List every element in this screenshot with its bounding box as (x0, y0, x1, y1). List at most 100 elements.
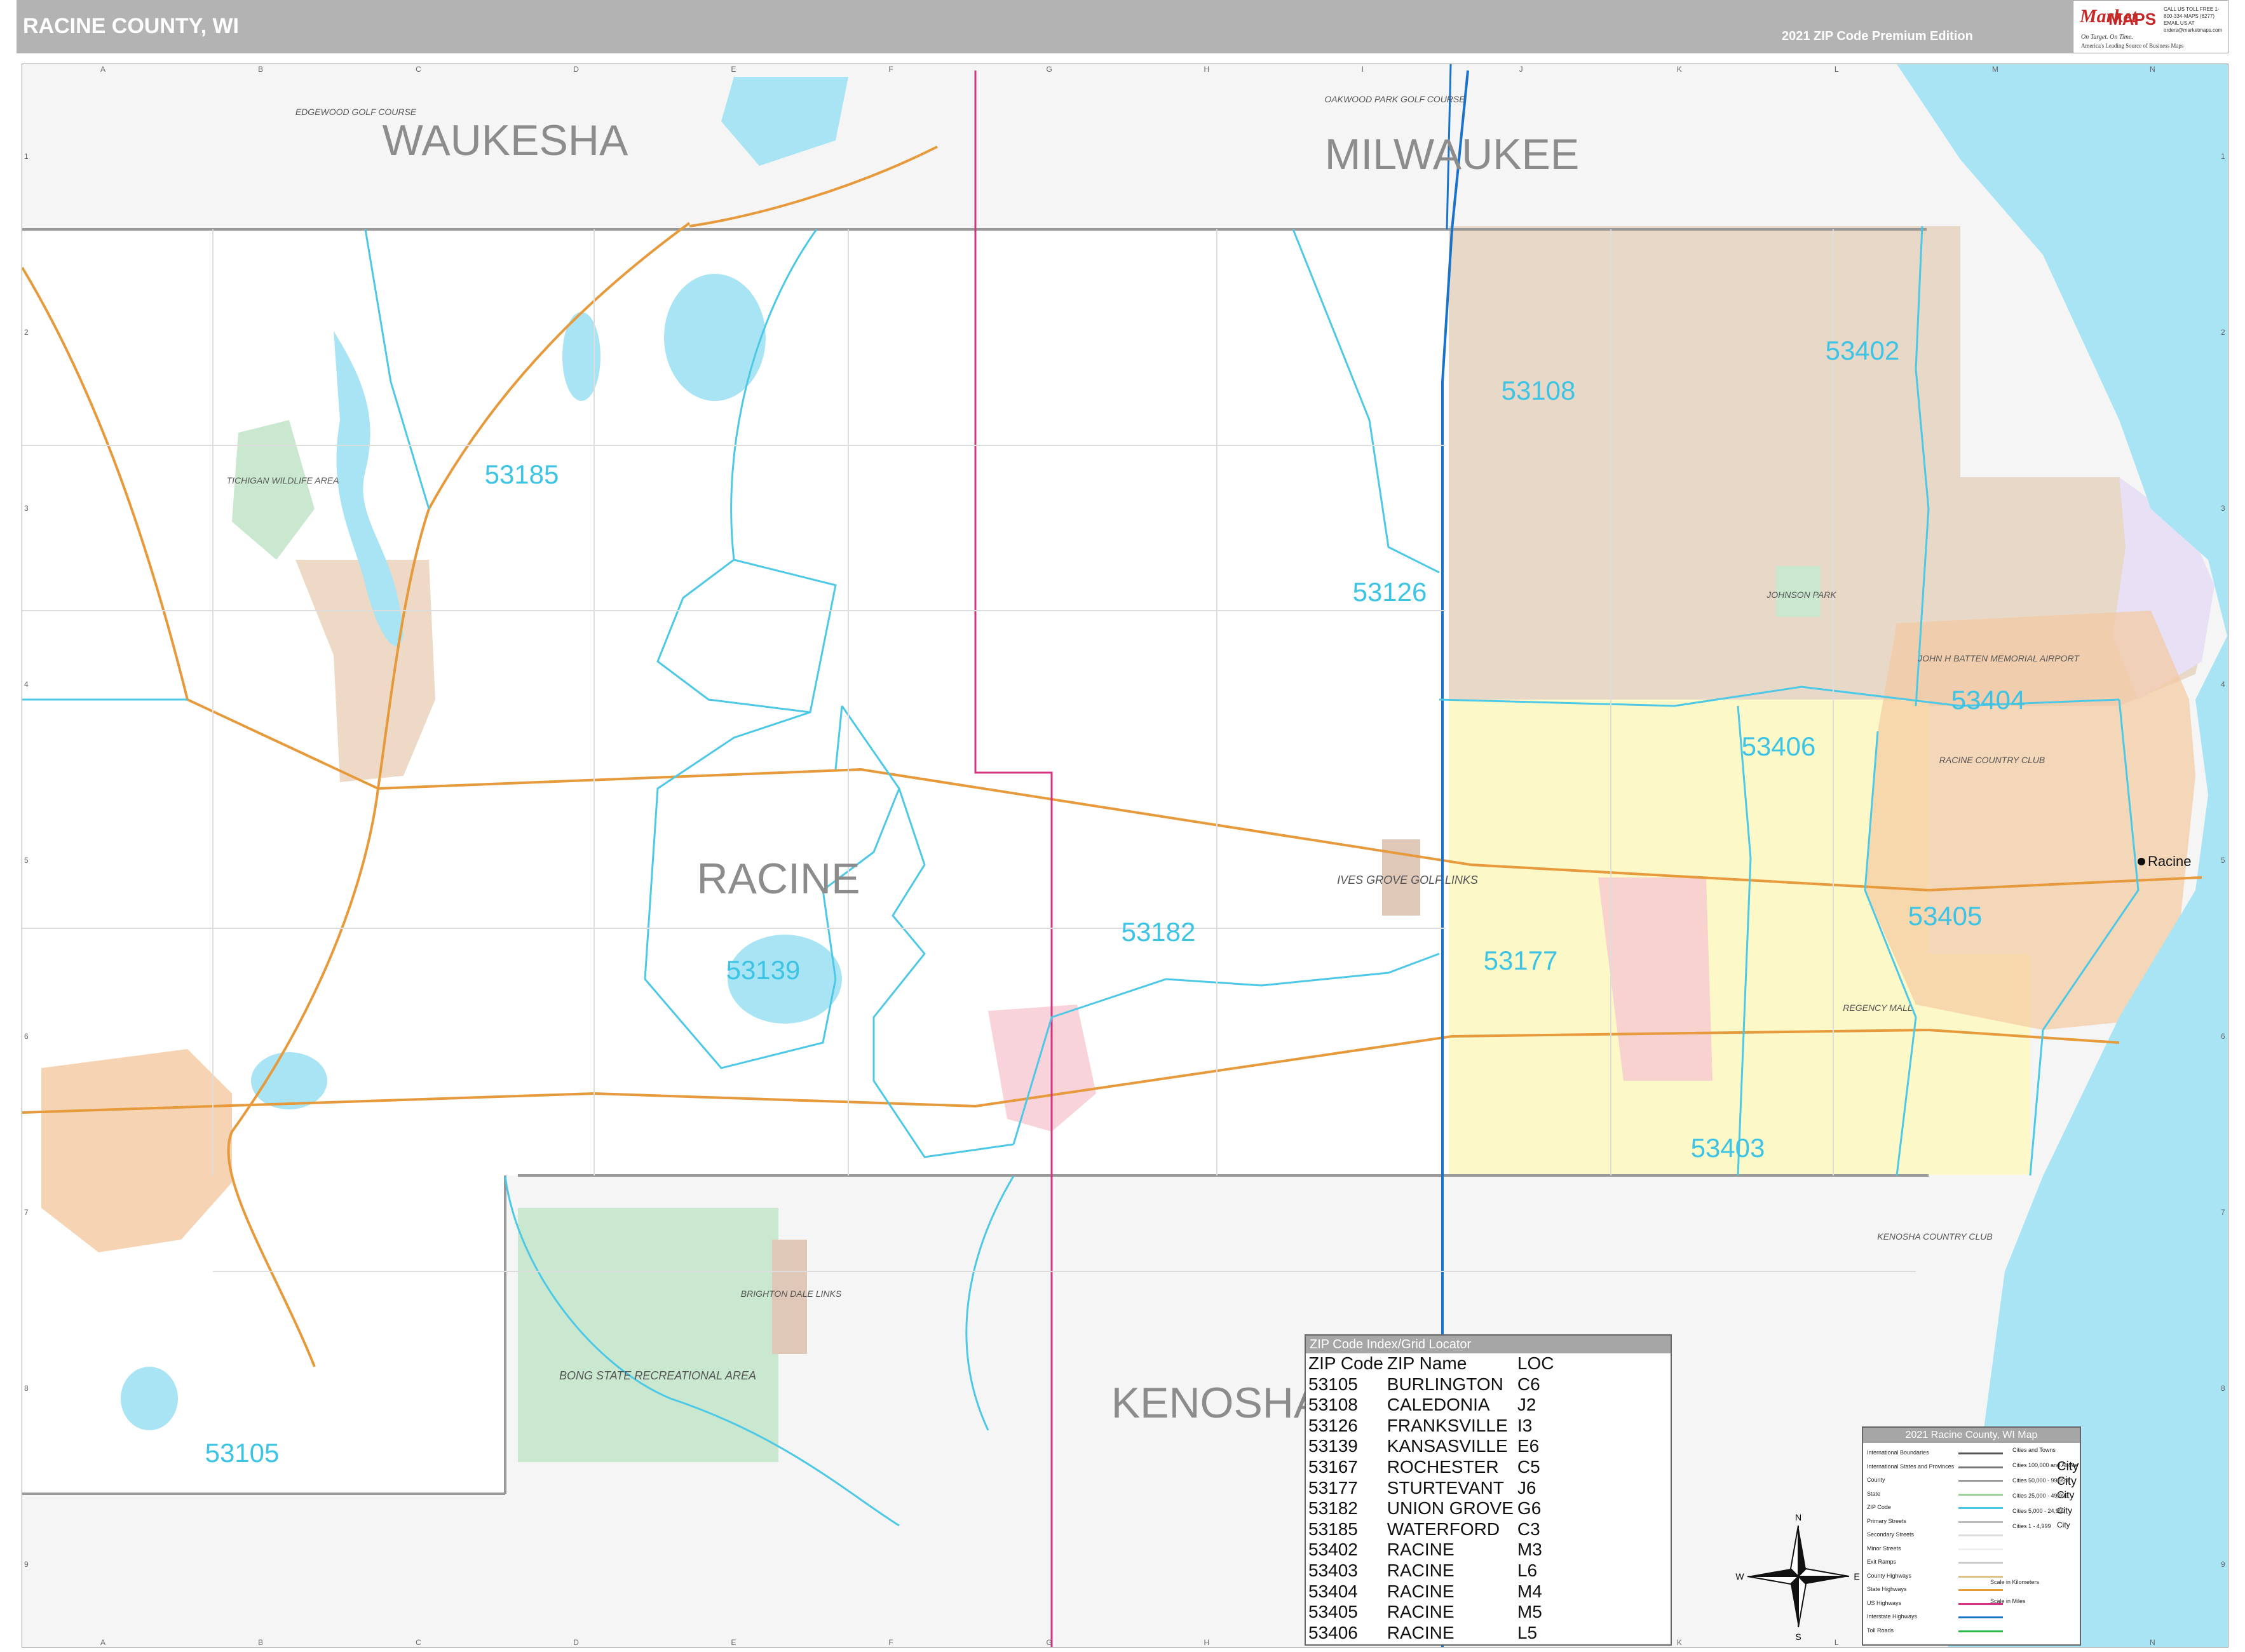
zip-label-53406: 53406 (1742, 731, 1816, 761)
grid-row-label: 9 (2221, 1559, 2225, 1569)
zip-index-title: ZIP Code Index/Grid Locator (1306, 1336, 1671, 1353)
zip-index-cell-zip: 53108 (1308, 1395, 1358, 1415)
zip-index-row: 53404 RACINE M4 (1308, 1581, 1558, 1602)
zip-index-cell-zip: 53177 (1308, 1477, 1358, 1498)
legend-item-swatch (1958, 1480, 2003, 1482)
grid-row-label: 9 (24, 1559, 29, 1569)
legend-city-class-demo: City (2057, 1520, 2070, 1529)
grid-row-label: 6 (24, 1031, 29, 1041)
grid-column-label: L (1834, 65, 1839, 74)
zip-label-53403: 53403 (1691, 1133, 1765, 1163)
grid-column-label: C (416, 65, 421, 74)
grid-column-label: L (1834, 1638, 1839, 1647)
county-label-racine: RACINE (697, 855, 860, 903)
compass-s: S (1795, 1632, 1801, 1642)
compass-n: N (1795, 1512, 1801, 1522)
compass-rose: N S E W (1735, 1512, 1859, 1642)
grid-column-label: F (888, 1638, 893, 1647)
legend-city-class-label: Cities and Towns (2012, 1447, 2056, 1453)
zip-index-cell-name: RACINE (1387, 1540, 1455, 1560)
county-label-kenosha: KENOSHA (1111, 1379, 1323, 1427)
zip-index-cell-zip: 53182 (1308, 1498, 1358, 1519)
legend-item-label: International Boundaries (1867, 1449, 1929, 1456)
legend-item-swatch (1958, 1630, 2003, 1632)
map-title: RACINE COUNTY, WI (23, 14, 239, 38)
grid-row-label: 8 (24, 1383, 29, 1393)
zip-index-cell-zip: 53167 (1308, 1456, 1358, 1477)
zip-index-cell-name: RACINE (1387, 1560, 1455, 1580)
zip-index-cell-name: RACINE (1387, 1602, 1455, 1622)
zip-index-row: 53406 RACINE L5 (1308, 1623, 1558, 1644)
grid-column-label: K (1676, 65, 1682, 74)
grid-row-label: 4 (2221, 679, 2225, 689)
grid-row-label: 3 (24, 503, 29, 513)
legend-item-swatch (1958, 1616, 2003, 1618)
zip-index-cell-name: CALEDONIA (1387, 1395, 1490, 1415)
edition-label: 2021 ZIP Code Premium Edition (1782, 29, 1973, 43)
logo-tagline: On Target. On Time. (2081, 34, 2133, 41)
zip-index-cell-loc: M4 (1517, 1581, 1542, 1601)
zip-index-table: ZIP Code Index/Grid Locator ZIP Code ZIP… (1305, 1334, 1672, 1646)
legend-item-label: County (1867, 1477, 1885, 1483)
grid-row-label: 8 (2221, 1383, 2225, 1393)
map-header: RACINE COUNTY, WI 2021 ZIP Code Premium … (17, 0, 2228, 53)
grid-column-label: A (100, 1638, 106, 1647)
grid-row-label: 1 (2221, 151, 2225, 161)
zip-label-53139: 53139 (726, 955, 801, 985)
grid-row-label: 3 (2221, 503, 2225, 513)
legend-item-swatch (1958, 1466, 2003, 1468)
market-maps-logo: Market MAPS On Target. On Time. America'… (2073, 0, 2228, 53)
grid-column-label: F (888, 65, 893, 74)
legend-city-class-demo: City (2057, 1459, 2079, 1473)
legend-city-class-demo: City (2057, 1505, 2073, 1515)
zip-index-header-loc: LOC (1517, 1353, 1554, 1373)
zip-index-cell-zip: 53406 (1308, 1622, 1358, 1642)
zip-index-cell-name: KANSASVILLE (1387, 1436, 1508, 1456)
zip-index-cell-name: FRANKSVILLE (1387, 1415, 1508, 1435)
legend-scale-km: Scale in Kilometers (1990, 1579, 2040, 1585)
legend-item-label: Interstate Highways (1867, 1613, 1918, 1620)
zip-index-header-zip: ZIP Code (1308, 1353, 1383, 1373)
park-label-edgewood: EDGEWOOD GOLF COURSE (295, 107, 417, 117)
legend-city-class-demo: City (2057, 1490, 2075, 1501)
zip-label-53185: 53185 (485, 459, 559, 489)
park-label-ives-grove: IVES GROVE GOLF LINKS (1337, 874, 1478, 886)
grid-column-label: B (258, 65, 264, 74)
zip-label-53177: 53177 (1484, 945, 1558, 975)
legend-item-swatch (1958, 1534, 2003, 1536)
bong-park-area (518, 1208, 778, 1462)
zip-index-row: 53167 ROCHESTER C5 (1308, 1457, 1558, 1478)
zip-label-53108: 53108 (1502, 376, 1576, 405)
legend-item-swatch (1958, 1575, 2003, 1578)
zip-index-cell-loc: C3 (1517, 1519, 1540, 1539)
compass-w: W (1735, 1571, 1744, 1581)
zip-index-cell-name: RACINE (1387, 1581, 1455, 1601)
zip-index-cell-name: ROCHESTER (1387, 1456, 1499, 1477)
legend-item-label: State (1867, 1490, 1881, 1497)
legend-item-label: Secondary Streets (1867, 1531, 1915, 1538)
legend-item-swatch (1958, 1493, 2003, 1496)
zip-index-cell-zip: 53139 (1308, 1436, 1358, 1456)
logo-subtagline: America's Leading Source of Business Map… (2081, 43, 2184, 49)
zip-index-grid: ZIP Code ZIP Name LOC 53105 BURLINGTON C6 5… (1308, 1353, 1558, 1643)
map-frame: WAUKESHA MILWAUKEE RACINE KENOSHA 53185 … (22, 64, 2228, 1648)
legend-item-label: ZIP Code (1867, 1504, 1891, 1510)
grid-row-label: 7 (2221, 1207, 2225, 1217)
zip-index-cell-name: STURTEVANT (1387, 1477, 1504, 1498)
city-label-racine: Racine (2148, 853, 2191, 869)
park-label-racine-cc: RACINE COUNTRY CLUB (1939, 755, 2045, 765)
big-muskego-lake (721, 77, 848, 166)
brown-lake (251, 1052, 327, 1109)
park-label-oakwood: OAKWOOD PARK GOLF COURSE (1324, 94, 1465, 104)
park-label-tichigan: TICHIGAN WILDLIFE AREA (227, 475, 339, 485)
grid-row-label: 4 (24, 679, 29, 689)
park-label-batten: JOHN H BATTEN MEMORIAL AIRPORT (1917, 653, 2080, 663)
grid-column-label: D (573, 1638, 579, 1647)
grid-row-label: 6 (2221, 1031, 2225, 1041)
zip-index-cell-name: UNION GROVE (1387, 1498, 1514, 1519)
zip-index-cell-name: BURLINGTON (1387, 1374, 1503, 1394)
zip-label-53105: 53105 (205, 1438, 280, 1468)
logo-contact: CALL US TOLL FREE 1-800-334-MAPS (6277) … (2164, 6, 2223, 33)
zip-index-cell-loc: L6 (1517, 1560, 1538, 1580)
map-canvas: WAUKESHA MILWAUKEE RACINE KENOSHA 53185 … (22, 64, 2228, 1647)
